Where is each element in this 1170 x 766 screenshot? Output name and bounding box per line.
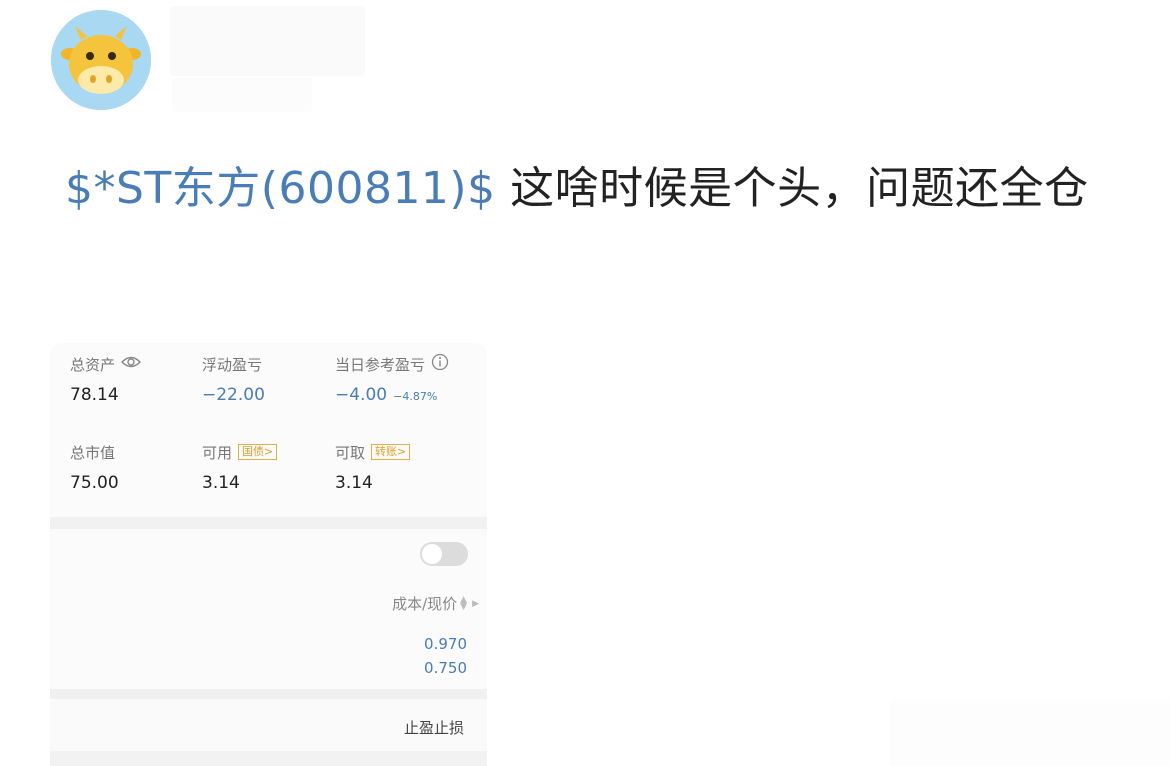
- today-pl-label: 当日参考盈亏: [335, 355, 426, 374]
- bottom-section: [50, 751, 487, 766]
- today-pl-percent: −4.87%: [393, 390, 438, 403]
- eye-icon[interactable]: [121, 355, 142, 373]
- available-value: 3.14: [202, 473, 240, 493]
- username-placeholder-secondary: [172, 78, 312, 112]
- stop-profit-loss-button[interactable]: 止盈止损: [404, 717, 464, 738]
- current-price: 0.750: [424, 659, 467, 677]
- total-assets-value: 78.14: [70, 385, 119, 405]
- background-fade: [890, 700, 1170, 766]
- total-assets: 总资产 78.14: [70, 353, 142, 405]
- market-value-label: 总市值: [70, 443, 116, 462]
- account-screenshot: 总资产 78.14 浮动盈亏 −22.00 当日参考盈亏 −4.00 −4.87%…: [50, 343, 487, 766]
- play-triangle-icon: ▶: [472, 598, 479, 609]
- today-pl: 当日参考盈亏 −4.00 −4.87%: [335, 353, 449, 405]
- floating-pl-value: −22.00: [202, 385, 265, 405]
- cost-price: 0.970: [424, 635, 467, 653]
- avatar[interactable]: [51, 10, 151, 110]
- toggle-knob: [422, 544, 442, 564]
- floating-pl: 浮动盈亏 −22.00: [202, 353, 265, 406]
- available: 可用 国债> 3.14: [202, 441, 278, 493]
- market-value-value: 75.00: [70, 473, 119, 493]
- sort-header-label: 成本/现价: [392, 595, 458, 613]
- withdrawable: 可取 转账> 3.14: [335, 441, 411, 493]
- divider: [50, 689, 487, 699]
- withdrawable-label: 可取: [335, 443, 366, 462]
- floating-pl-label: 浮动盈亏: [202, 355, 263, 374]
- today-pl-value: −4.00: [335, 385, 388, 405]
- transfer-button[interactable]: 转账>: [371, 444, 411, 460]
- divider: [50, 517, 487, 529]
- cow-avatar-icon: [51, 10, 151, 110]
- post-body: 这啥时候是个头，问题还全仓: [495, 163, 1089, 214]
- info-icon[interactable]: [431, 353, 449, 375]
- sort-cost-price-header[interactable]: 成本/现价 ▲ ▼ ▶: [392, 593, 479, 614]
- bond-button[interactable]: 国债>: [238, 444, 278, 460]
- withdrawable-value: 3.14: [335, 473, 373, 493]
- toggle-switch[interactable]: [420, 542, 468, 566]
- sort-arrows-icon: ▲ ▼: [460, 594, 468, 612]
- market-value: 总市值 75.00: [70, 441, 119, 494]
- available-label: 可用: [202, 443, 233, 462]
- total-assets-label: 总资产: [70, 355, 116, 374]
- username-placeholder: [170, 6, 365, 76]
- post-text: $*ST东方(600811)$ 这啥时候是个头，问题还全仓: [51, 150, 1131, 228]
- stock-link[interactable]: $*ST东方(600811)$: [51, 163, 496, 214]
